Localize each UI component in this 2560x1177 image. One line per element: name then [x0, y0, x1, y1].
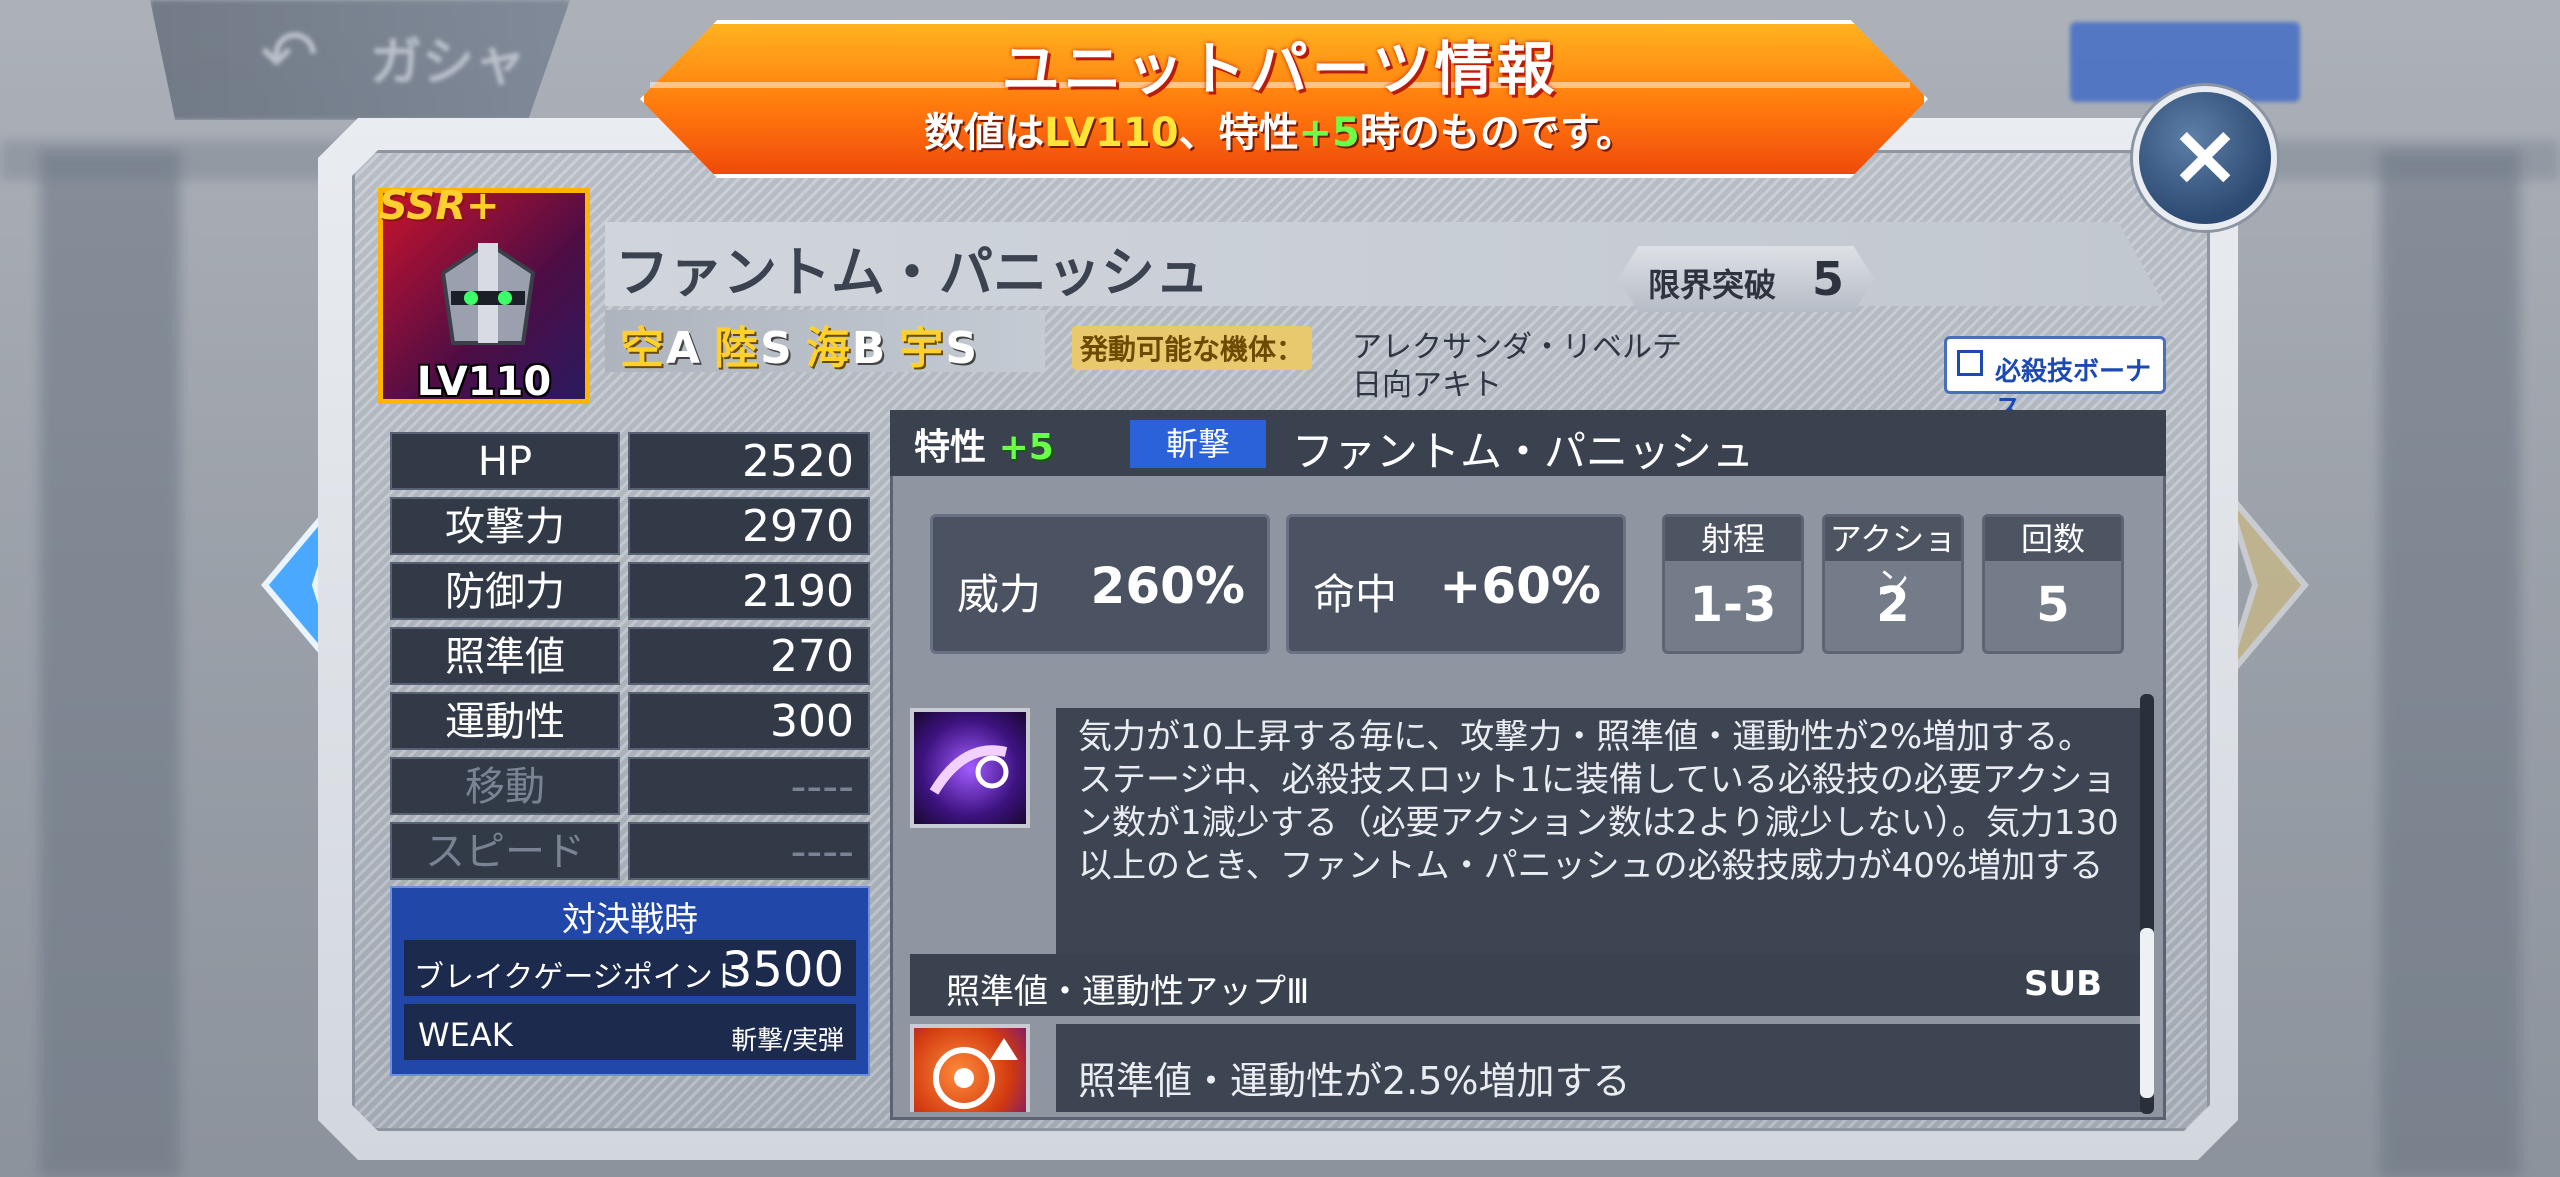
range-value: 1-3	[1689, 577, 1777, 633]
rarity-badge: SSR+	[379, 183, 500, 229]
terrain-land-label: 陸	[714, 323, 761, 374]
battle-title: 対決戦時	[562, 900, 698, 940]
stat-value: ----	[628, 822, 870, 880]
stat-label: 攻撃力	[390, 497, 620, 555]
terrain-sea-label: 海	[805, 323, 852, 374]
limit-break-value: 5	[1812, 252, 1845, 306]
stat-row-hp: HP 2520	[390, 432, 870, 493]
stat-label: HP	[390, 432, 620, 490]
weak-row: WEAK 斬撃/実弾	[404, 1004, 856, 1060]
weak-value: 斬撃/実弾	[731, 1026, 844, 1056]
stat-value: ----	[628, 757, 870, 815]
target-glyph	[933, 1038, 1018, 1109]
stat-value: 270	[628, 627, 870, 685]
dialog-title: ユニットパーツ情報	[1001, 35, 1559, 103]
action-box: アクション 2	[1822, 514, 1964, 654]
count-box: 回数 5	[1982, 514, 2124, 654]
break-gauge-value: 3500	[721, 942, 844, 998]
count-label: 回数	[1985, 517, 2121, 561]
stat-value: 2520	[628, 432, 870, 490]
terrain-ratings: 空A 陸S 海B 宇S	[620, 312, 991, 376]
ability-1-description: 気力が10上昇する毎に、攻撃力・照準値・運動性が2%増加する。ステージ中、必殺技…	[1056, 708, 2142, 964]
power-label: 威力	[957, 570, 1042, 619]
count-value: 5	[2036, 577, 2070, 633]
ability-scroll-thumb[interactable]	[2140, 928, 2154, 1098]
power-box: 威力 260%	[930, 514, 1270, 654]
back-arrow-icon: ↶	[260, 14, 319, 96]
slash-skill-icon	[910, 708, 1030, 828]
terrain-space-label: 宇	[899, 323, 946, 374]
slash-skill-glyph	[929, 745, 1009, 795]
back-label: ガシャ	[370, 33, 527, 93]
ability-list[interactable]: 気力が10上昇する毎に、攻撃力・照準値・運動性が2%増加する。ステージ中、必殺技…	[910, 692, 2142, 1112]
limit-break-badge: 限界突破 5	[1618, 246, 1874, 312]
dialog-subtitle: 数値はLV110、特性+5時のものです。	[924, 110, 1636, 156]
hit-box: 命中 +60%	[1286, 514, 1626, 654]
terrain-land-value: S	[760, 323, 794, 374]
weak-label: WEAK	[418, 1016, 513, 1054]
power-value: 260%	[1090, 557, 1245, 615]
stat-row-accuracy: 照準値 270	[390, 627, 870, 688]
stat-label: 照準値	[390, 627, 620, 685]
hit-value: +60%	[1439, 557, 1601, 615]
stat-label: 防御力	[390, 562, 620, 620]
terrain-sky-label: 空	[620, 323, 666, 374]
close-button[interactable]: ×	[2133, 86, 2277, 230]
limit-break-label: 限界突破	[1648, 266, 1777, 304]
trait-label: 特性 +5	[914, 427, 1054, 468]
attack-type-tag: 斬撃	[1130, 420, 1266, 468]
stat-row-defense: 防御力 2190	[390, 562, 870, 623]
hit-label: 命中	[1313, 570, 1398, 619]
sub-ability-title: 照準値・運動性アップⅢ	[946, 972, 1310, 1012]
close-icon: ×	[2168, 105, 2242, 205]
terrain-sea-value: B	[851, 323, 888, 374]
break-gauge-label: ブレイクゲージポイント	[414, 960, 743, 995]
stat-row-mobility: 運動性 300	[390, 692, 870, 753]
stat-label: 移動	[390, 757, 620, 815]
stat-value: 2190	[628, 562, 870, 620]
terrain-sky-value: A	[666, 323, 703, 374]
stat-value: 300	[628, 692, 870, 750]
break-gauge-row: ブレイクゲージポイント 3500	[404, 940, 856, 998]
skill-name: ファントム・パニッシュ	[1292, 427, 1755, 476]
copy-icon	[1957, 350, 1983, 376]
stat-row-move: 移動 ----	[390, 757, 870, 818]
stat-row-speed: スピード ----	[390, 822, 870, 883]
sub-ability-header: 照準値・運動性アップⅢ SUB	[910, 954, 2142, 1016]
back-button[interactable]: ↶ ガシャ	[150, 0, 570, 120]
usable-unit-2: 日向アキト	[1352, 368, 1502, 403]
level-label: LV110	[416, 359, 552, 405]
special-bonus-button[interactable]: 必殺技ボーナス	[1944, 336, 2166, 424]
sub-tag: SUB	[2023, 964, 2102, 1004]
ability-2-description: 照準値・運動性が2.5%増加する	[1056, 1024, 2142, 1112]
target-up-icon	[910, 1024, 1030, 1112]
trait-value: +5	[998, 427, 1054, 468]
usable-units-label: 発動可能な機体：	[1072, 326, 1313, 370]
terrain-space-value: S	[945, 323, 980, 374]
action-label: アクション	[1825, 517, 1961, 602]
battle-info-box: 対決戦時 ブレイクゲージポイント 3500 WEAK 斬撃/実弾	[390, 886, 870, 1076]
unit-name: ファントム・パニッシュ	[615, 241, 1209, 304]
stat-label: 運動性	[390, 692, 620, 750]
mecha-face-icon	[440, 243, 536, 345]
action-value: 2	[1876, 577, 1910, 633]
stat-row-attack: 攻撃力 2970	[390, 497, 870, 558]
unit-portrait: SSR+ LV110	[378, 183, 590, 405]
range-label: 射程	[1665, 517, 1801, 561]
stat-value: 2970	[628, 497, 870, 555]
stat-label: スピード	[390, 822, 620, 880]
range-box: 射程 1-3	[1662, 514, 1804, 654]
